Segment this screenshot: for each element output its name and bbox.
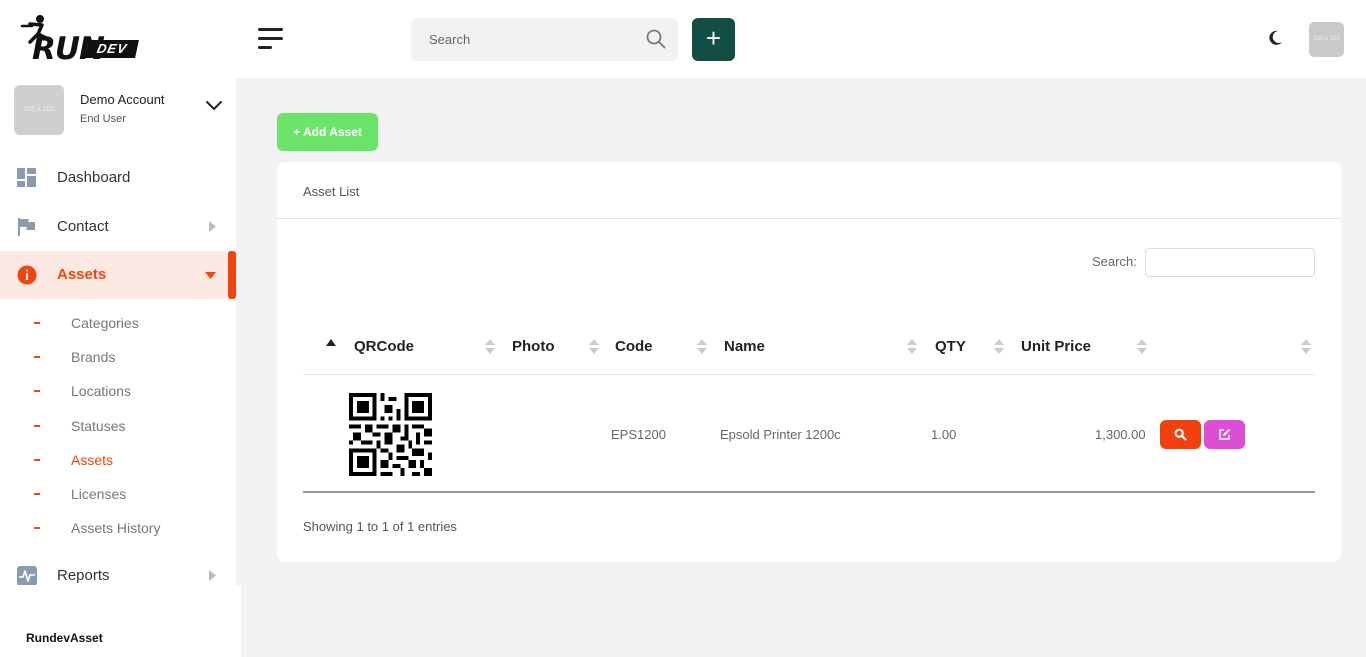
sidebar-subitem-label: Locations (71, 383, 131, 399)
column-header-photo[interactable]: Photo (512, 338, 555, 355)
activity-icon (17, 566, 37, 586)
sidebar-subitem-locations[interactable]: Locations (0, 378, 236, 404)
sidebar-subitem-label: Brands (71, 349, 116, 365)
caret-down-icon (205, 272, 216, 279)
card-divider (277, 218, 1341, 219)
search-icon[interactable] (646, 29, 666, 49)
sidebar-subitem-label: Licenses (71, 486, 127, 502)
search-icon (1174, 428, 1187, 441)
cell-name: Epsold Printer 1200c (720, 427, 841, 442)
view-asset-button[interactable] (1160, 420, 1201, 449)
sidebar-subitem-assets-history[interactable]: Assets History (0, 515, 236, 541)
menu-toggle-icon[interactable] (258, 28, 284, 50)
sort-icon[interactable] (907, 338, 917, 356)
qr-code-image (349, 393, 432, 476)
user-avatar[interactable]: 200 x 200 (1309, 22, 1344, 57)
sort-asc-icon[interactable] (326, 339, 336, 346)
column-header-code[interactable]: Code (615, 338, 653, 355)
column-header-unit-price[interactable]: Unit Price (1021, 338, 1091, 355)
sidebar-subitem-categories[interactable]: Categories (0, 310, 236, 336)
sidebar-subitem-label: Categories (71, 315, 139, 331)
table-bottom-border (303, 491, 1315, 493)
add-asset-button[interactable]: + Add Asset (277, 113, 378, 151)
column-header-name[interactable]: Name (724, 338, 765, 355)
table-search-label: Search: (1092, 254, 1137, 269)
sort-icon[interactable] (485, 338, 495, 356)
chevron-down-icon[interactable] (206, 101, 222, 111)
sidebar-item-label: Reports (57, 567, 110, 584)
flag-icon (18, 218, 35, 236)
sidebar-subitem-statuses[interactable]: Statuses (0, 413, 236, 439)
moon-icon[interactable] (1266, 29, 1284, 47)
account-avatar: 200 x 200 (14, 85, 64, 135)
cell-code: EPS1200 (611, 427, 666, 442)
sort-icon[interactable] (589, 338, 599, 356)
header-search (411, 18, 678, 61)
header-search-input[interactable] (411, 18, 636, 61)
footer-brand: RundevAsset (26, 631, 103, 645)
account-role: End User (80, 113, 126, 125)
sidebar-subitem-label: Statuses (71, 418, 126, 434)
quick-add-button[interactable]: + (692, 18, 735, 61)
bullet-dash-icon (34, 390, 40, 392)
sidebar-subitem-brands[interactable]: Brands (0, 344, 236, 370)
sidebar: 200 x 200 Demo Account End User Dashboar… (0, 78, 236, 586)
sidebar-item-contact[interactable]: Contact (0, 203, 236, 251)
info-icon (17, 265, 37, 285)
sidebar-subitem-licenses[interactable]: Licenses (0, 481, 236, 507)
caret-right-icon (209, 570, 216, 581)
sort-icon[interactable] (994, 338, 1004, 356)
asset-list-card: Asset List Search: QRCode Photo Code Nam… (277, 162, 1341, 562)
dashboard-icon (17, 168, 36, 187)
sort-icon[interactable] (1301, 338, 1311, 356)
sidebar-item-label: Contact (57, 218, 109, 235)
sidebar-footer: RundevAsset (0, 585, 241, 657)
account-name: Demo Account (80, 92, 165, 107)
sidebar-subitem-label: Assets History (71, 520, 161, 536)
cell-unit-price: 1,300.00 (1095, 427, 1146, 442)
rundev-logo[interactable]: RUN DEV (18, 14, 140, 65)
bullet-dash-icon (34, 459, 40, 461)
column-header-qty[interactable]: QTY (935, 338, 966, 355)
logo-suffix: DEV (85, 40, 139, 58)
bullet-dash-icon (34, 425, 40, 427)
sidebar-item-label: Assets (57, 266, 107, 283)
column-header-qrcode[interactable]: QRCode (354, 338, 414, 355)
sidebar-item-label: Dashboard (57, 169, 131, 186)
account-switcher[interactable]: 200 x 200 Demo Account End User (14, 85, 229, 135)
top-header: RUN DEV + 200 x 200 (0, 0, 1366, 78)
sort-icon[interactable] (697, 338, 707, 356)
edit-asset-button[interactable] (1204, 420, 1245, 449)
sidebar-item-assets[interactable]: Assets (0, 251, 236, 299)
cell-qty: 1.00 (931, 427, 957, 442)
card-title: Asset List (303, 184, 360, 199)
edit-icon (1219, 429, 1230, 440)
sidebar-item-dashboard[interactable]: Dashboard (0, 154, 236, 202)
bullet-dash-icon (34, 527, 40, 529)
bullet-dash-icon (34, 322, 40, 324)
bullet-dash-icon (34, 356, 40, 358)
bullet-dash-icon (34, 493, 40, 495)
table-search-input[interactable] (1145, 248, 1315, 277)
caret-right-icon (209, 221, 216, 232)
sort-icon[interactable] (1137, 338, 1147, 356)
sidebar-subitem-assets[interactable]: Assets (0, 447, 236, 473)
table-info: Showing 1 to 1 of 1 entries (303, 519, 457, 534)
table-header-divider (303, 374, 1315, 375)
sidebar-subitem-label: Assets (71, 452, 114, 468)
